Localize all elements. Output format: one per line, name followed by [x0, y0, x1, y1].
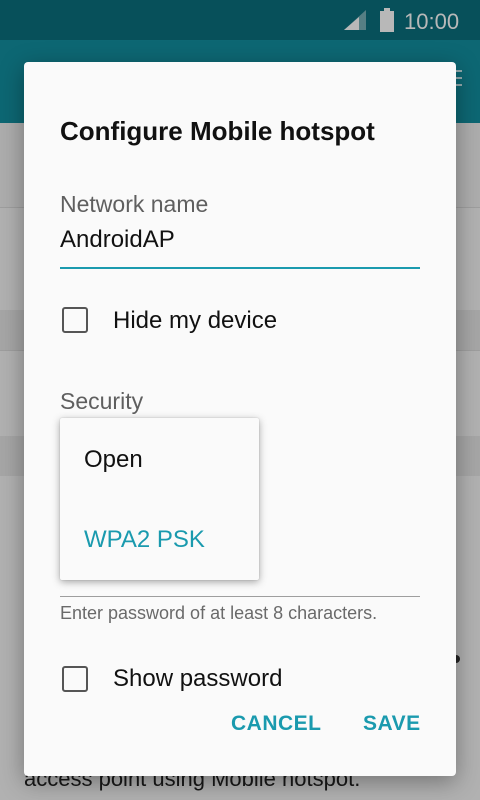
network-name-label: Network name: [60, 191, 209, 217]
save-button[interactable]: SAVE: [363, 712, 421, 736]
hide-device-label[interactable]: Hide my device: [113, 307, 277, 335]
show-password-label[interactable]: Show password: [113, 665, 282, 693]
show-password-checkbox[interactable]: [62, 666, 88, 692]
network-name-underline: [60, 267, 420, 269]
password-underline: [60, 596, 420, 597]
network-name-input[interactable]: AndroidAP: [60, 226, 175, 254]
hide-device-checkbox[interactable]: [62, 307, 88, 333]
password-hint: Enter password of at least 8 characters.: [60, 603, 378, 623]
security-option-label: Open: [84, 446, 143, 473]
security-option-open[interactable]: Open: [60, 426, 259, 496]
security-option-label: WPA2 PSK: [84, 526, 205, 553]
security-option-wpa2-psk[interactable]: WPA2 PSK: [60, 506, 259, 576]
security-dropdown-menu: Open WPA2 PSK: [60, 418, 259, 580]
configure-hotspot-dialog: Configure Mobile hotspot Network name An…: [24, 62, 456, 776]
dialog-title: Configure Mobile hotspot: [60, 116, 375, 146]
security-label: Security: [60, 388, 144, 414]
cancel-button[interactable]: CANCEL: [231, 712, 322, 736]
